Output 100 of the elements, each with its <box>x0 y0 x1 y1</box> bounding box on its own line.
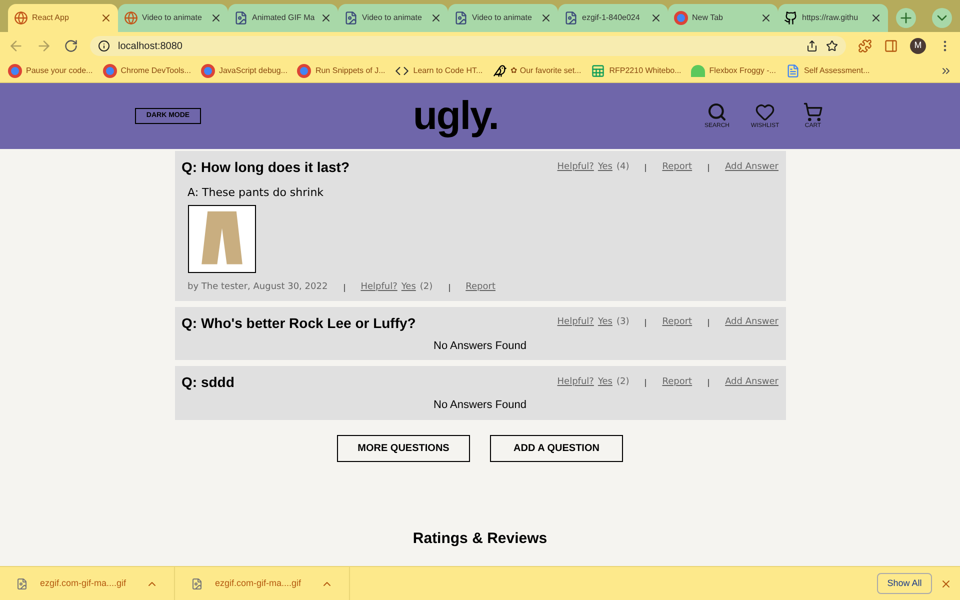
browser-tab[interactable]: React App <box>8 4 118 32</box>
close-icon[interactable] <box>210 12 222 24</box>
yes-link[interactable]: Yes <box>598 160 612 174</box>
chrome-icon <box>297 64 312 78</box>
question-title: Q: Who's better Rock Lee or Luffy? <box>182 314 416 333</box>
helpful-link[interactable]: Helpful? <box>557 160 594 174</box>
heart-icon <box>755 102 775 122</box>
close-icon[interactable] <box>650 12 662 24</box>
answer-text: A: These pants do shrink <box>188 186 325 199</box>
action-button[interactable]: MORE QUESTIONS <box>337 434 470 462</box>
file-icon <box>191 578 204 590</box>
reload-icon[interactable] <box>64 39 78 53</box>
browser-tab[interactable]: New Tab <box>668 4 778 32</box>
extensions-icon[interactable] <box>858 39 872 53</box>
empty-message: No Answers Found <box>434 338 526 354</box>
report-link[interactable]: Report <box>662 316 692 330</box>
image-icon <box>564 11 578 25</box>
helpful-count: (2) <box>616 376 630 389</box>
show-all-button[interactable]: Show All <box>877 573 932 594</box>
bookmark-item[interactable]: Self Assessment... <box>786 64 870 78</box>
add-answer-link[interactable]: Add Answer <box>725 316 778 330</box>
browser-tab[interactable]: Video to animate <box>118 4 228 32</box>
chrome-icon <box>102 64 117 78</box>
close-icon[interactable] <box>870 12 882 24</box>
divider <box>645 378 646 386</box>
yes-link[interactable]: Yes <box>598 376 612 390</box>
yes-link[interactable]: Yes <box>598 316 612 330</box>
close-icon[interactable] <box>540 12 552 24</box>
tab-title: Video to animate <box>142 12 203 24</box>
question-title: Q: How long does it last? <box>182 158 350 177</box>
helpful-link[interactable]: Helpful? <box>557 376 594 390</box>
info-icon <box>98 40 110 52</box>
bookmark-item[interactable]: ✿ Our favorite set... <box>492 64 582 78</box>
browser-tab[interactable]: Video to animate <box>338 4 448 32</box>
more-bookmarks-icon[interactable] <box>940 65 952 77</box>
yes-link[interactable]: Yes <box>401 281 416 294</box>
image-icon <box>344 11 358 25</box>
helpful-count: (2) <box>420 281 433 294</box>
bookmark-item[interactable]: Run Snippets of J... <box>297 64 386 78</box>
add-answer-link[interactable]: Add Answer <box>725 160 778 174</box>
helpful-count: (4) <box>616 160 630 174</box>
browser-tab[interactable]: Video to animate <box>448 4 558 32</box>
bookmark-item[interactable]: Chrome DevTools... <box>102 64 191 78</box>
code-icon <box>395 64 410 78</box>
download-item[interactable]: ezgif.com-gif-ma....gif <box>0 567 176 600</box>
globe-icon <box>124 11 138 25</box>
bookmark-item[interactable]: Pause your code... <box>8 64 93 78</box>
add-answer-link[interactable]: Add Answer <box>725 376 778 390</box>
spreadsheet-icon <box>591 64 606 78</box>
browser-tab[interactable]: https://raw.githu <box>778 4 888 32</box>
divider <box>448 284 450 292</box>
browser-tab[interactable]: Animated GIF Ma <box>228 4 338 32</box>
cart-icon <box>803 102 823 122</box>
close-icon[interactable] <box>760 12 772 24</box>
report-link[interactable]: Report <box>662 160 692 174</box>
new-tab-icon[interactable] <box>896 8 916 28</box>
divider <box>708 378 710 386</box>
profile-avatar[interactable]: M <box>910 38 926 54</box>
bookmark-item[interactable]: JavaScript debug... <box>200 64 288 78</box>
image-icon <box>234 11 248 25</box>
helpful-count: (3) <box>616 316 630 330</box>
close-icon[interactable] <box>430 12 442 24</box>
share-icon[interactable] <box>806 40 818 52</box>
bookmark-item[interactable]: RFP2210 Whitebo... <box>591 64 682 78</box>
side-panel-icon[interactable] <box>884 39 898 53</box>
report-link[interactable]: Report <box>662 376 692 390</box>
divider <box>645 164 646 172</box>
bookmark-star-icon[interactable] <box>826 40 838 52</box>
tab-title: Video to animate <box>472 12 533 24</box>
tab-search-icon[interactable] <box>932 8 952 28</box>
browser-tab[interactable]: ezgif-1-840e024 <box>558 4 668 32</box>
close-icon[interactable] <box>100 12 112 24</box>
bookmark-item[interactable]: Learn to Code HT... <box>395 64 483 78</box>
helpful-link[interactable]: Helpful? <box>360 281 398 294</box>
site-logo: ugly. <box>413 93 498 140</box>
chrome-icon <box>8 64 22 78</box>
divider <box>708 319 710 327</box>
chrome-icon <box>200 64 215 78</box>
report-link[interactable]: Report <box>466 281 496 294</box>
helpful-link[interactable]: Helpful? <box>557 316 594 330</box>
github-icon <box>784 11 798 25</box>
address-bar[interactable]: localhost:8080 <box>90 36 846 56</box>
answer-photo[interactable] <box>188 205 256 273</box>
question-title: Q: sddd <box>182 373 234 392</box>
download-item[interactable]: ezgif.com-gif-ma....gif <box>175 567 350 600</box>
document-icon <box>786 64 800 78</box>
close-icon[interactable] <box>940 578 952 590</box>
bird-icon <box>492 64 507 78</box>
divider <box>645 319 646 327</box>
url-text: localhost:8080 <box>118 40 184 54</box>
section-title: Ratings & Reviews <box>412 528 548 548</box>
chrome-icon <box>674 11 688 25</box>
search-icon <box>707 102 727 122</box>
action-button[interactable]: ADD A QUESTION <box>490 434 623 462</box>
file-icon <box>16 578 28 590</box>
bookmark-item[interactable]: Flexbox Froggy -... <box>691 65 776 77</box>
tab-title: https://raw.githu <box>802 12 860 24</box>
close-icon[interactable] <box>320 12 332 24</box>
tab-title: Video to animate <box>362 12 423 24</box>
divider <box>708 164 710 172</box>
